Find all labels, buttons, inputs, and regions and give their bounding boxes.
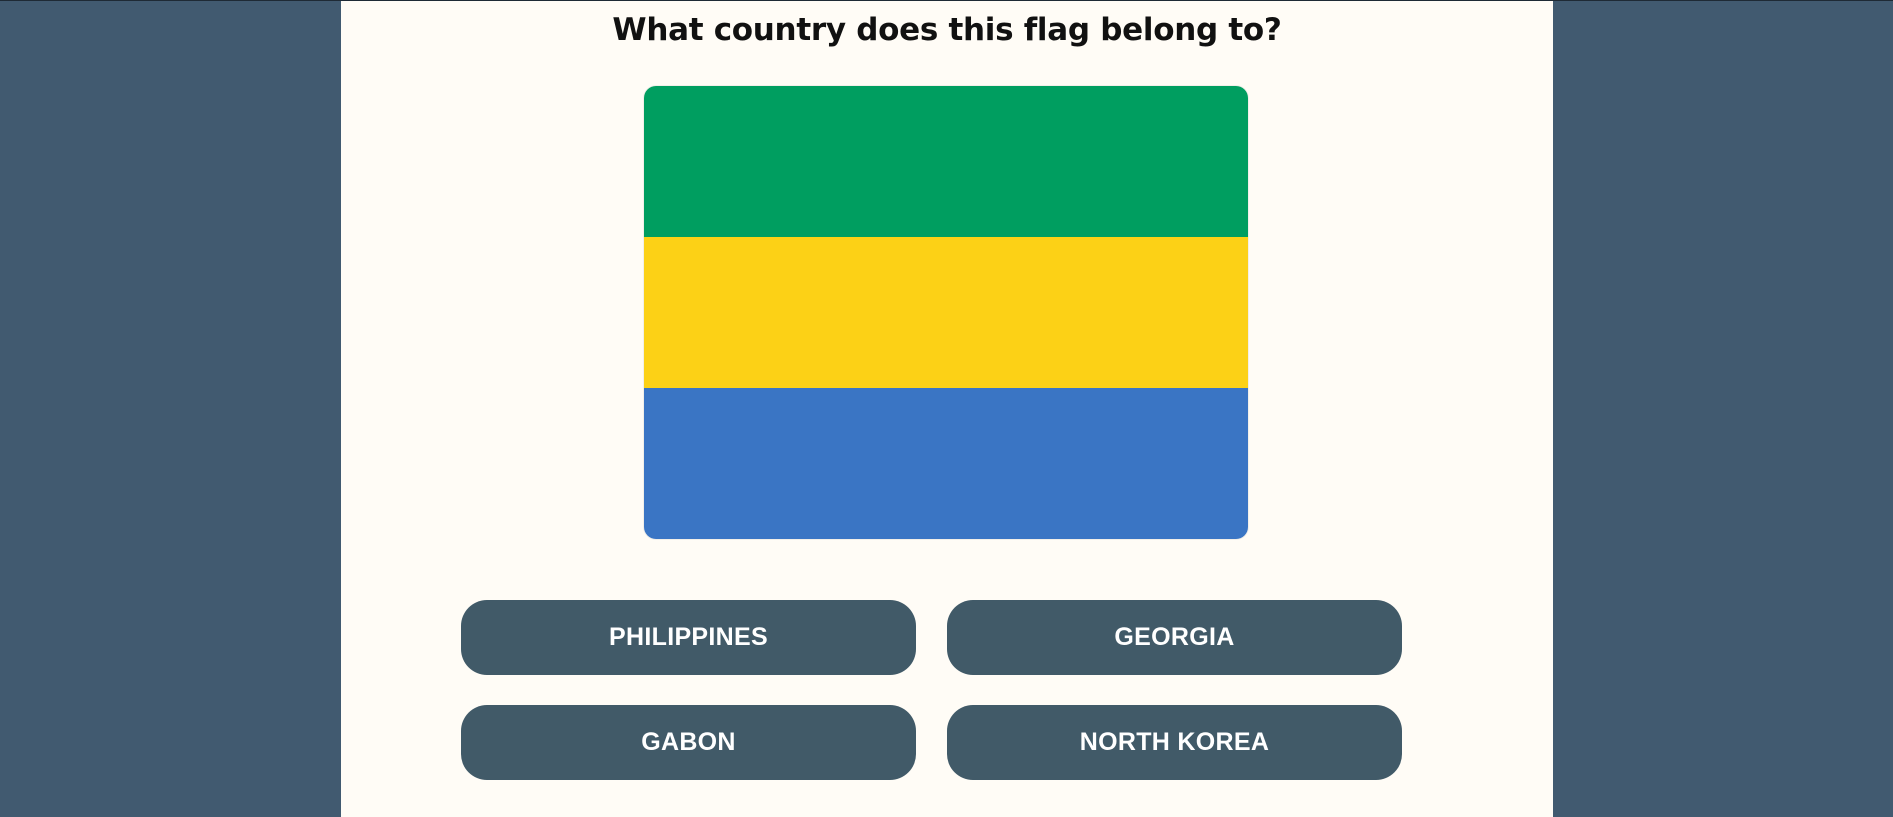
- answer-button-philippines[interactable]: PHILIPPINES: [461, 600, 916, 675]
- quiz-panel: What country does this flag belong to? P…: [341, 1, 1553, 817]
- question-text: What country does this flag belong to?: [612, 12, 1282, 48]
- answer-button-north-korea[interactable]: NORTH KOREA: [947, 705, 1402, 780]
- answer-button-gabon[interactable]: GABON: [461, 705, 916, 780]
- flag-stripe-middle: [644, 237, 1248, 388]
- answer-button-georgia[interactable]: GEORGIA: [947, 600, 1402, 675]
- flag-image: [644, 86, 1248, 539]
- flag-stripe-bottom: [644, 388, 1248, 539]
- answer-options: PHILIPPINES GEORGIA GABON NORTH KOREA: [461, 600, 1402, 780]
- flag-stripe-top: [644, 86, 1248, 237]
